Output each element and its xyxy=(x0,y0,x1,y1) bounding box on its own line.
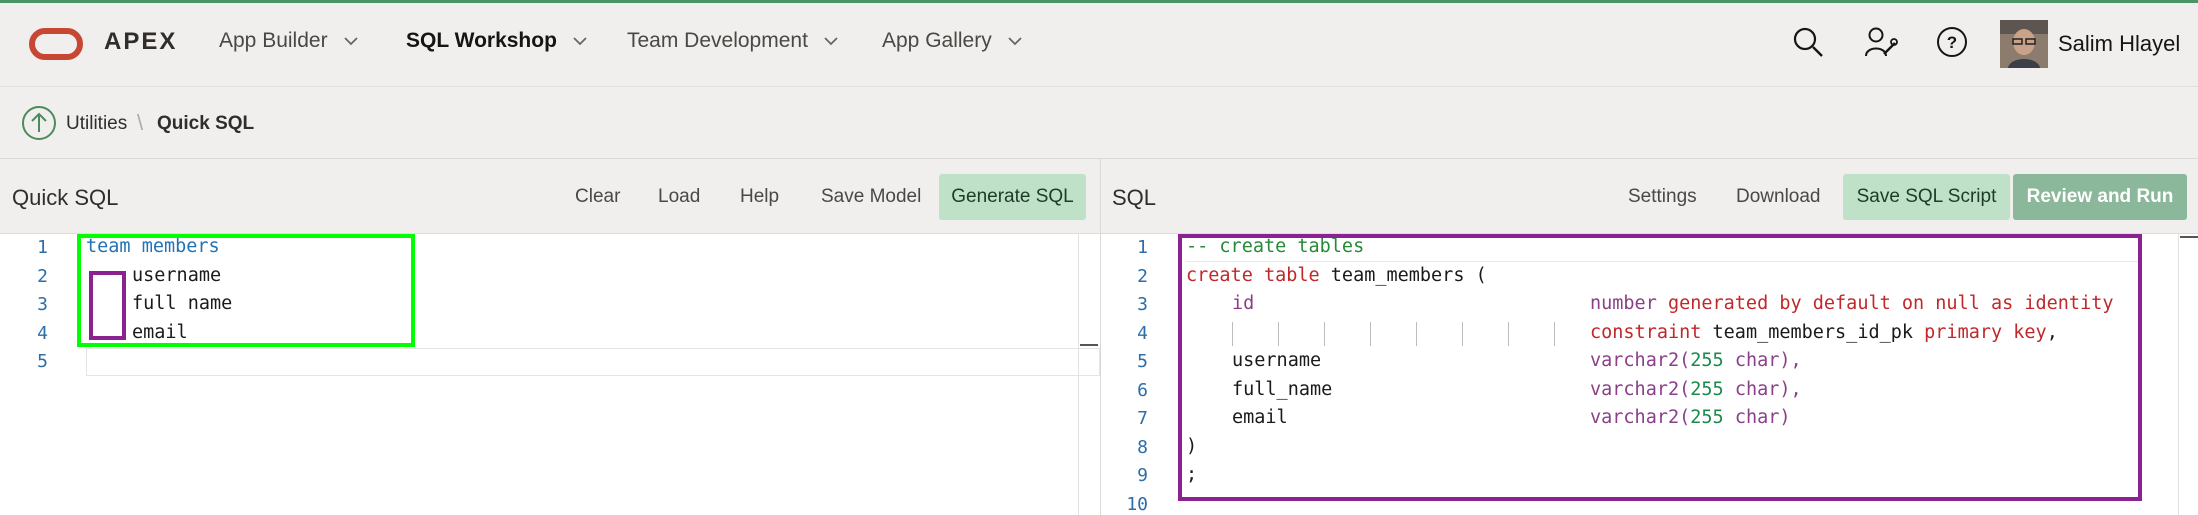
breadcrumb-separator: \ xyxy=(137,110,144,135)
line-number: 8 xyxy=(1137,437,1148,458)
nav-app-gallery-label: App Gallery xyxy=(882,29,992,52)
nav-sql-workshop[interactable]: SQL Workshop xyxy=(406,29,587,53)
breadcrumb-utilities[interactable]: Utilities xyxy=(66,113,127,135)
avatar[interactable] xyxy=(2000,20,2048,68)
nav-app-gallery[interactable]: App Gallery xyxy=(882,29,1022,53)
scroll-marker xyxy=(1080,344,1098,346)
line-number: 1 xyxy=(37,237,48,258)
settings-button[interactable]: Settings xyxy=(1628,180,1697,214)
line-number: 1 xyxy=(1137,237,1148,258)
quick-sql-title: Quick SQL xyxy=(12,185,119,210)
help-button[interactable]: Help xyxy=(740,180,779,214)
nav-app-builder[interactable]: App Builder xyxy=(219,29,358,53)
save-model-button[interactable]: Save Model xyxy=(821,180,921,214)
line-number: 6 xyxy=(1137,380,1148,401)
scrollbar[interactable] xyxy=(2178,234,2179,515)
line-number: 9 xyxy=(1137,465,1148,486)
nav-sql-workshop-label: SQL Workshop xyxy=(406,29,557,52)
line-number: 4 xyxy=(37,323,48,344)
generate-sql-button[interactable]: Generate SQL xyxy=(939,174,1086,220)
nav-team-development-label: Team Development xyxy=(627,29,808,52)
line-number: 5 xyxy=(37,351,48,372)
line-number: 3 xyxy=(1137,294,1148,315)
administration-icon[interactable] xyxy=(1864,26,1898,63)
download-button[interactable]: Download xyxy=(1736,180,1821,214)
highlight-box-sql-output xyxy=(1178,234,2142,501)
breadcrumb xyxy=(0,87,2198,159)
brand-name[interactable]: APEX xyxy=(104,28,177,56)
chevron-down-icon xyxy=(573,36,587,46)
breadcrumb-current: Quick SQL xyxy=(157,113,255,134)
line-number: 2 xyxy=(1137,266,1148,287)
line-number: 10 xyxy=(1126,494,1148,515)
user-name[interactable]: Salim Hlayel xyxy=(2058,31,2180,57)
highlight-box-indent xyxy=(89,271,126,340)
load-button[interactable]: Load xyxy=(658,180,700,214)
search-icon[interactable] xyxy=(1792,26,1824,63)
sql-title: SQL xyxy=(1112,185,1157,210)
oracle-logo-icon[interactable] xyxy=(29,28,83,60)
save-sql-script-button[interactable]: Save SQL Script xyxy=(1843,174,2010,220)
review-and-run-button[interactable]: Review and Run xyxy=(2013,174,2187,220)
nav-app-builder-label: App Builder xyxy=(219,29,328,52)
quick-sql-toolbar xyxy=(0,159,1100,234)
line-number: 4 xyxy=(1137,323,1148,344)
line-number: 7 xyxy=(1137,408,1148,429)
chevron-down-icon xyxy=(824,36,838,46)
active-line-highlight xyxy=(86,348,1100,376)
chevron-down-icon xyxy=(343,36,358,46)
svg-text:?: ? xyxy=(1947,33,1957,52)
nav-team-development[interactable]: Team Development xyxy=(627,29,838,53)
arrow-up-icon[interactable] xyxy=(22,106,56,140)
line-number: 3 xyxy=(37,294,48,315)
chevron-down-icon xyxy=(1008,36,1022,46)
highlight-box-quick-sql xyxy=(77,234,415,347)
line-number: 2 xyxy=(37,266,48,287)
help-icon[interactable]: ? xyxy=(1936,26,1968,63)
clear-button[interactable]: Clear xyxy=(575,180,620,214)
scroll-marker xyxy=(2180,236,2198,238)
line-number: 5 xyxy=(1137,351,1148,372)
